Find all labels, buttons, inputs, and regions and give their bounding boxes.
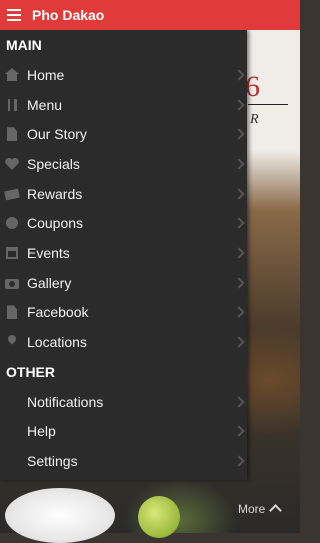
section-header-main: MAIN	[6, 37, 42, 53]
chevron-right-icon	[233, 247, 245, 259]
drawer-item-gallery[interactable]: Gallery	[0, 268, 247, 298]
chevron-right-icon	[233, 98, 245, 111]
drawer-item-label: Home	[27, 66, 65, 83]
drawer-item-rewards[interactable]: Rewards	[0, 179, 247, 209]
chevron-right-icon	[233, 158, 245, 170]
lime-image	[138, 496, 180, 538]
chevron-right-icon	[233, 69, 245, 81]
drawer-item-label: Locations	[27, 334, 87, 351]
section-header-other: OTHER	[6, 363, 55, 380]
drawer-item-label: Gallery	[27, 274, 72, 291]
menu-button[interactable]	[0, 0, 28, 30]
more-label: More	[238, 502, 266, 516]
drawer-item-label: Events	[27, 244, 70, 261]
calendar-icon	[5, 246, 19, 260]
drawer-item-label: Help	[27, 423, 56, 440]
drawer-item-label: Rewards	[27, 185, 83, 202]
drawer-item-label: Notifications	[27, 393, 104, 410]
chevron-right-icon	[233, 128, 245, 140]
map-pin-icon	[5, 333, 19, 349]
drawer-item-coupons[interactable]: Coupons	[0, 208, 247, 238]
drawer-item-label: Specials	[27, 155, 80, 172]
app-title: Pho Dakao	[32, 7, 105, 23]
chevron-right-icon	[233, 276, 245, 289]
logo-subtext: R	[250, 112, 259, 127]
chevron-right-icon	[233, 336, 245, 348]
drawer-item-menu[interactable]: Menu	[0, 90, 247, 120]
drawer-item-help[interactable]: Help	[0, 417, 247, 447]
drawer-item-label: Facebook	[27, 304, 89, 321]
drawer-item-specials[interactable]: Specials	[0, 149, 247, 179]
rice-bowl-image	[5, 488, 115, 543]
drawer-item-locations[interactable]: Locations	[0, 327, 247, 357]
drawer-item-settings[interactable]: Settings	[0, 446, 247, 476]
more-button[interactable]: More	[238, 502, 283, 517]
hamburger-icon	[7, 9, 21, 21]
utensils-icon	[5, 98, 19, 112]
ticket-icon	[4, 187, 20, 201]
drawer-item-home[interactable]: Home	[0, 60, 247, 90]
chevron-right-icon	[233, 187, 245, 200]
chevron-right-icon	[233, 306, 245, 319]
drawer-item-facebook[interactable]: Facebook	[0, 298, 247, 328]
chevron-right-icon	[233, 455, 245, 467]
drawer-item-label: Coupons	[27, 215, 84, 232]
chevron-right-icon	[233, 396, 245, 408]
home-icon	[5, 67, 19, 82]
logo-divider	[248, 104, 288, 105]
drawer-item-label: Our Story	[27, 126, 87, 143]
document-icon	[5, 305, 19, 320]
document-icon	[5, 127, 19, 142]
circle-icon	[5, 216, 19, 230]
camera-icon	[5, 276, 19, 290]
chevron-right-icon	[233, 425, 245, 438]
app-header: Pho Dakao	[0, 0, 300, 30]
drawer-item-label: Settings	[27, 453, 78, 470]
chevron-right-icon	[233, 217, 245, 229]
drawer-item-notifications[interactable]: Notifications	[0, 387, 247, 417]
heart-icon	[5, 157, 19, 171]
chevron-up-icon	[269, 504, 283, 517]
drawer-item-our-story[interactable]: Our Story	[0, 119, 247, 149]
drawer-item-events[interactable]: Events	[0, 238, 247, 268]
navigation-drawer: MAIN Home Menu Our Story Specials Reward…	[0, 30, 247, 480]
drawer-item-label: Menu	[27, 96, 63, 113]
